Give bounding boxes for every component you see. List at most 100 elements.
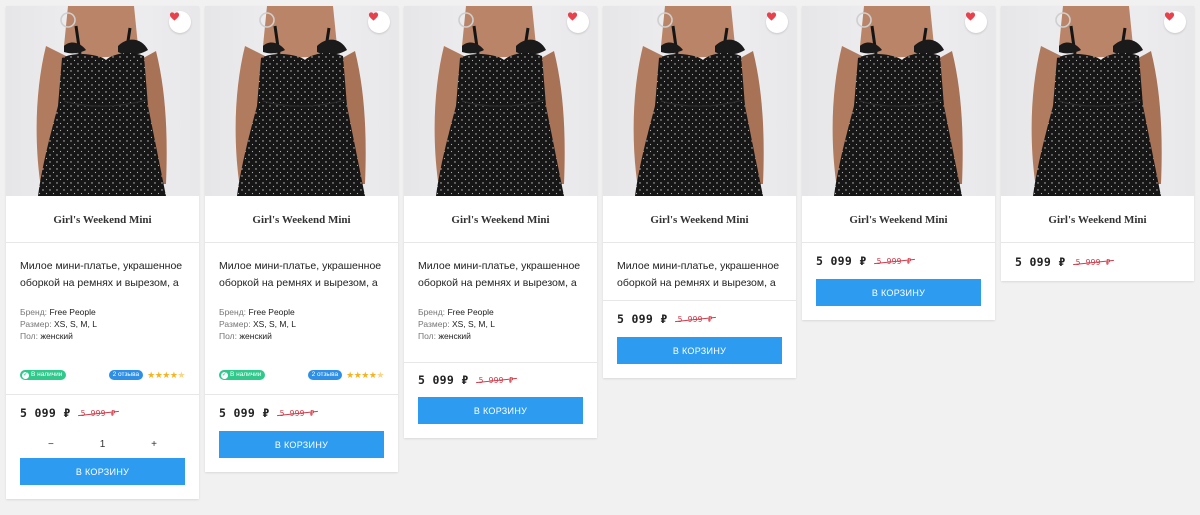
old-price: 5 999 ₽ <box>1075 257 1111 267</box>
size-value: XS, S, M, L <box>252 319 296 329</box>
product-title[interactable]: Girl's Weekend Mini <box>1001 196 1194 243</box>
product-card: Girl's Weekend Mini Милое мини-платье, у… <box>6 6 199 499</box>
product-specs: Бренд: Free People Размер: XS, S, M, L П… <box>205 306 398 370</box>
price: 5 099 ₽ <box>20 406 71 420</box>
brand-value: Free People <box>447 307 494 317</box>
in-stock-label: В наличии <box>230 371 262 378</box>
check-circle-icon: ✓ <box>22 371 29 379</box>
add-to-cart-button[interactable]: В КОРЗИНУ <box>617 337 782 364</box>
add-to-cart-button[interactable]: В КОРЗИНУ <box>20 458 185 485</box>
price-row: 5 099 ₽ 5 999 ₽ <box>6 395 199 431</box>
product-description: Милое мини-платье, украшенное оборкой на… <box>20 260 183 289</box>
heart-icon <box>368 11 379 22</box>
price-row: 5 099 ₽ 5 999 ₽ <box>205 395 398 431</box>
star-rating: ★★★★★ <box>147 370 185 380</box>
star-rating: ★★★★★ <box>346 370 384 380</box>
dress-photo <box>802 6 995 196</box>
reviews-badge[interactable]: 2 отзыва <box>307 370 343 380</box>
product-image[interactable] <box>1001 6 1194 196</box>
gender-value: женский <box>239 331 272 341</box>
old-price: 5 999 ₽ <box>80 408 116 418</box>
product-card: Girl's Weekend Mini Милое мини-платье, у… <box>404 6 597 438</box>
favorite-button[interactable] <box>368 11 390 33</box>
brand-value: Free People <box>248 307 295 317</box>
product-badges: ✓ В наличии 2 отзыва ★★★★★ <box>205 370 398 395</box>
product-title[interactable]: Girl's Weekend Mini <box>205 196 398 243</box>
star-icon: ★ <box>147 370 155 380</box>
price: 5 099 ₽ <box>617 312 668 326</box>
heart-icon <box>766 11 777 22</box>
heart-icon <box>567 11 578 22</box>
product-specs: Бренд: Free People Размер: XS, S, M, L П… <box>404 306 597 362</box>
favorite-button[interactable] <box>567 11 589 33</box>
product-image[interactable] <box>404 6 597 196</box>
gender-label: Пол: <box>418 331 436 341</box>
product-title[interactable]: Girl's Weekend Mini <box>603 196 796 243</box>
reviews-badge[interactable]: 2 отзыва <box>108 370 144 380</box>
qty-minus-button[interactable]: − <box>48 439 54 450</box>
product-card: Girl's Weekend Mini Милое мини-платье, у… <box>205 6 398 472</box>
qty-plus-button[interactable]: + <box>151 439 157 450</box>
brand-value: Free People <box>49 307 96 317</box>
product-description: Милое мини-платье, украшенное оборкой на… <box>418 260 581 289</box>
brand-label: Бренд: <box>20 307 48 317</box>
size-label: Размер: <box>20 319 52 329</box>
favorite-button[interactable] <box>169 11 191 33</box>
gender-label: Пол: <box>20 331 38 341</box>
product-card: Girl's Weekend Mini 5 099 ₽ 5 999 ₽ <box>1001 6 1194 281</box>
star-half-icon: ★ <box>376 370 384 380</box>
heart-icon <box>965 11 976 22</box>
in-stock-badge: ✓ В наличии <box>20 370 67 380</box>
product-card: Girl's Weekend Mini 5 099 ₽ 5 999 ₽ В КО… <box>802 6 995 320</box>
add-to-cart-button[interactable]: В КОРЗИНУ <box>816 279 981 306</box>
product-image[interactable] <box>6 6 199 196</box>
check-circle-icon: ✓ <box>221 371 228 379</box>
product-description: Милое мини-платье, украшенное оборкой на… <box>219 260 382 289</box>
product-title[interactable]: Girl's Weekend Mini <box>404 196 597 243</box>
brand-label: Бренд: <box>219 307 247 317</box>
qty-value[interactable]: 1 <box>100 439 106 450</box>
product-specs: Бренд: Free People Размер: XS, S, M, L П… <box>6 306 199 370</box>
heart-icon <box>1164 11 1175 22</box>
product-image[interactable] <box>603 6 796 196</box>
star-half-icon: ★ <box>177 370 185 380</box>
product-description: Милое мини-платье, украшенное оборкой на… <box>617 260 780 289</box>
star-icon: ★ <box>162 370 170 380</box>
price: 5 099 ₽ <box>1015 255 1066 269</box>
heart-icon <box>169 11 180 22</box>
product-image[interactable] <box>802 6 995 196</box>
favorite-button[interactable] <box>1164 11 1186 33</box>
product-card: Girl's Weekend Mini Милое мини-платье, у… <box>603 6 796 378</box>
product-title[interactable]: Girl's Weekend Mini <box>6 196 199 243</box>
dress-photo <box>404 6 597 196</box>
product-image[interactable] <box>205 6 398 196</box>
gender-label: Пол: <box>219 331 237 341</box>
product-grid: Girl's Weekend Mini Милое мини-платье, у… <box>0 0 1200 515</box>
add-to-cart-button[interactable]: В КОРЗИНУ <box>418 397 583 424</box>
product-title[interactable]: Girl's Weekend Mini <box>802 196 995 243</box>
product-badges: ✓ В наличии 2 отзыва ★★★★★ <box>6 370 199 395</box>
add-to-cart-button[interactable]: В КОРЗИНУ <box>219 431 384 458</box>
price-row: 5 099 ₽ 5 999 ₽ <box>404 363 597 397</box>
star-icon: ★ <box>361 370 369 380</box>
favorite-button[interactable] <box>965 11 987 33</box>
dress-photo <box>603 6 796 196</box>
gender-value: женский <box>40 331 73 341</box>
in-stock-badge: ✓ В наличии <box>219 370 266 380</box>
dress-photo <box>1001 6 1194 196</box>
old-price: 5 999 ₽ <box>677 314 713 324</box>
size-label: Размер: <box>418 319 450 329</box>
dress-photo <box>6 6 199 196</box>
rating-group: 2 отзыва ★★★★★ <box>307 370 384 380</box>
dress-photo <box>205 6 398 196</box>
old-price: 5 999 ₽ <box>876 256 912 266</box>
rating-group: 2 отзыва ★★★★★ <box>108 370 185 380</box>
price: 5 099 ₽ <box>816 254 867 268</box>
favorite-button[interactable] <box>766 11 788 33</box>
old-price: 5 999 ₽ <box>478 375 514 385</box>
size-value: XS, S, M, L <box>451 319 495 329</box>
quantity-stepper: − 1 + <box>6 431 199 457</box>
size-value: XS, S, M, L <box>53 319 97 329</box>
brand-label: Бренд: <box>418 307 446 317</box>
gender-value: женский <box>438 331 471 341</box>
